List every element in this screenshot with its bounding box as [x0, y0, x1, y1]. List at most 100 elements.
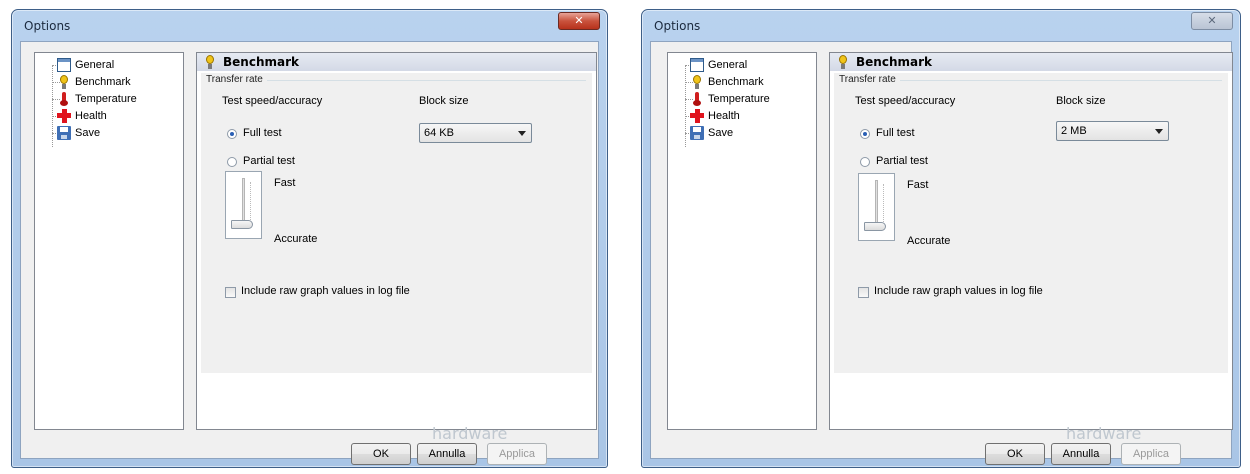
tree-connector: [685, 65, 686, 147]
window-title: Options: [654, 19, 701, 33]
watermark-text: hardware: [432, 424, 508, 443]
tree-item-label: Save: [75, 127, 101, 139]
log-raw-values-checkbox[interactable]: [858, 287, 869, 298]
partial-test-label[interactable]: Partial test: [876, 155, 928, 167]
group-divider: [900, 80, 1222, 81]
tree-item-save[interactable]: Save: [57, 124, 100, 142]
settings-panel: Benchmark Transfer rate Test speed/accur…: [196, 52, 597, 430]
transfer-rate-group: Transfer rate Test speed/accuracy Block …: [201, 73, 592, 373]
ok-button[interactable]: OK: [351, 443, 411, 465]
panel-header: Benchmark: [197, 53, 596, 71]
title-bar[interactable]: Options ✕: [642, 10, 1240, 42]
window-icon: [57, 58, 71, 72]
red-cross-icon: [690, 109, 704, 123]
chevron-down-icon: [1155, 129, 1163, 134]
group-divider: [267, 80, 586, 81]
floppy-disk-icon: [690, 126, 704, 140]
apply-button[interactable]: Applica: [1121, 443, 1181, 465]
tree-item-save[interactable]: Save: [690, 124, 733, 142]
tree-connector: [52, 65, 53, 147]
log-raw-values-label[interactable]: Include raw graph values in log file: [874, 285, 1043, 297]
close-button[interactable]: ✕: [558, 12, 600, 30]
tree-item-general[interactable]: General: [690, 56, 747, 74]
group-label: Transfer rate: [206, 74, 263, 85]
tree-item-benchmark[interactable]: Benchmark: [690, 73, 764, 91]
ok-button[interactable]: OK: [985, 443, 1045, 465]
lightbulb-icon: [57, 75, 71, 89]
tree-item-label: Temperature: [75, 93, 137, 105]
lightbulb-icon: [203, 55, 217, 69]
window-title: Options: [24, 19, 71, 33]
tree-item-label: Health: [75, 110, 107, 122]
partial-test-label[interactable]: Partial test: [243, 155, 295, 167]
chevron-down-icon: [518, 131, 526, 136]
group-label: Transfer rate: [839, 74, 896, 85]
thermometer-icon: [57, 92, 71, 106]
lightbulb-icon: [690, 75, 704, 89]
tree-item-benchmark[interactable]: Benchmark: [57, 73, 131, 91]
tree-item-label: Benchmark: [75, 76, 131, 88]
slider-fast-label: Fast: [907, 179, 929, 191]
tree-item-label: Save: [708, 127, 734, 139]
log-raw-values-label[interactable]: Include raw graph values in log file: [241, 285, 410, 297]
close-button[interactable]: ✕: [1191, 12, 1233, 30]
options-tree: General Benchmark Temperature Health Sav…: [667, 52, 817, 430]
watermark-text: hardware: [1066, 424, 1142, 443]
speed-accuracy-label: Test speed/accuracy: [222, 95, 323, 107]
slider-accurate-label: Accurate: [274, 233, 318, 245]
slider-thumb[interactable]: [231, 220, 253, 229]
cancel-button[interactable]: Annulla: [417, 443, 477, 465]
options-dialog-right: Options ✕ General Benchmark Temperature: [641, 9, 1241, 468]
dialog-client-area: General Benchmark Temperature Health Sav…: [650, 41, 1233, 465]
tree-item-health[interactable]: Health: [690, 107, 740, 125]
full-test-radio[interactable]: [227, 129, 237, 139]
partial-test-radio[interactable]: [227, 157, 237, 167]
tree-item-label: General: [708, 59, 748, 71]
block-size-value: 2 MB: [1061, 125, 1087, 137]
tree-item-health[interactable]: Health: [57, 107, 107, 125]
tree-item-label: Health: [708, 110, 740, 122]
tree-item-label: General: [75, 59, 115, 71]
full-test-label[interactable]: Full test: [243, 127, 282, 139]
tree-item-temperature[interactable]: Temperature: [57, 90, 137, 108]
speed-accuracy-label: Test speed/accuracy: [855, 95, 956, 107]
tree-item-label: Temperature: [708, 93, 770, 105]
speed-accuracy-slider[interactable]: [225, 171, 262, 239]
tree-item-label: Benchmark: [708, 76, 764, 88]
window-icon: [690, 58, 704, 72]
slider-thumb[interactable]: [864, 222, 886, 231]
options-tree: General Benchmark Temperature Health Sav…: [34, 52, 184, 430]
block-size-label: Block size: [419, 95, 469, 107]
slider-ticks: [883, 184, 885, 224]
close-icon: ✕: [574, 14, 584, 27]
panel-title: Benchmark: [856, 55, 932, 69]
close-icon: ✕: [1207, 14, 1217, 27]
slider-fast-label: Fast: [274, 177, 296, 189]
block-size-value: 64 KB: [424, 127, 454, 139]
full-test-label[interactable]: Full test: [876, 127, 915, 139]
speed-accuracy-slider[interactable]: [858, 173, 895, 241]
slider-ticks: [250, 182, 252, 222]
red-cross-icon: [57, 109, 71, 123]
tree-item-temperature[interactable]: Temperature: [690, 90, 770, 108]
block-size-dropdown[interactable]: 2 MB: [1056, 121, 1169, 141]
block-size-dropdown[interactable]: 64 KB: [419, 123, 532, 143]
thermometer-icon: [690, 92, 704, 106]
full-test-radio[interactable]: [860, 129, 870, 139]
cancel-button[interactable]: Annulla: [1051, 443, 1111, 465]
settings-panel: Benchmark Transfer rate Test speed/accur…: [829, 52, 1233, 430]
partial-test-radio[interactable]: [860, 157, 870, 167]
title-bar[interactable]: Options ✕: [12, 10, 607, 42]
dialog-client-area: General Benchmark Temperature Health Sav…: [20, 41, 599, 465]
panel-header: Benchmark: [830, 53, 1232, 71]
log-raw-values-checkbox[interactable]: [225, 287, 236, 298]
apply-button[interactable]: Applica: [487, 443, 547, 465]
transfer-rate-group: Transfer rate Test speed/accuracy Block …: [834, 73, 1228, 373]
options-dialog-left: Options ✕ General Benchmark Temperature: [11, 9, 608, 468]
tree-item-general[interactable]: General: [57, 56, 114, 74]
floppy-disk-icon: [57, 126, 71, 140]
panel-title: Benchmark: [223, 55, 299, 69]
lightbulb-icon: [836, 55, 850, 69]
slider-accurate-label: Accurate: [907, 235, 951, 247]
block-size-label: Block size: [1056, 95, 1106, 107]
